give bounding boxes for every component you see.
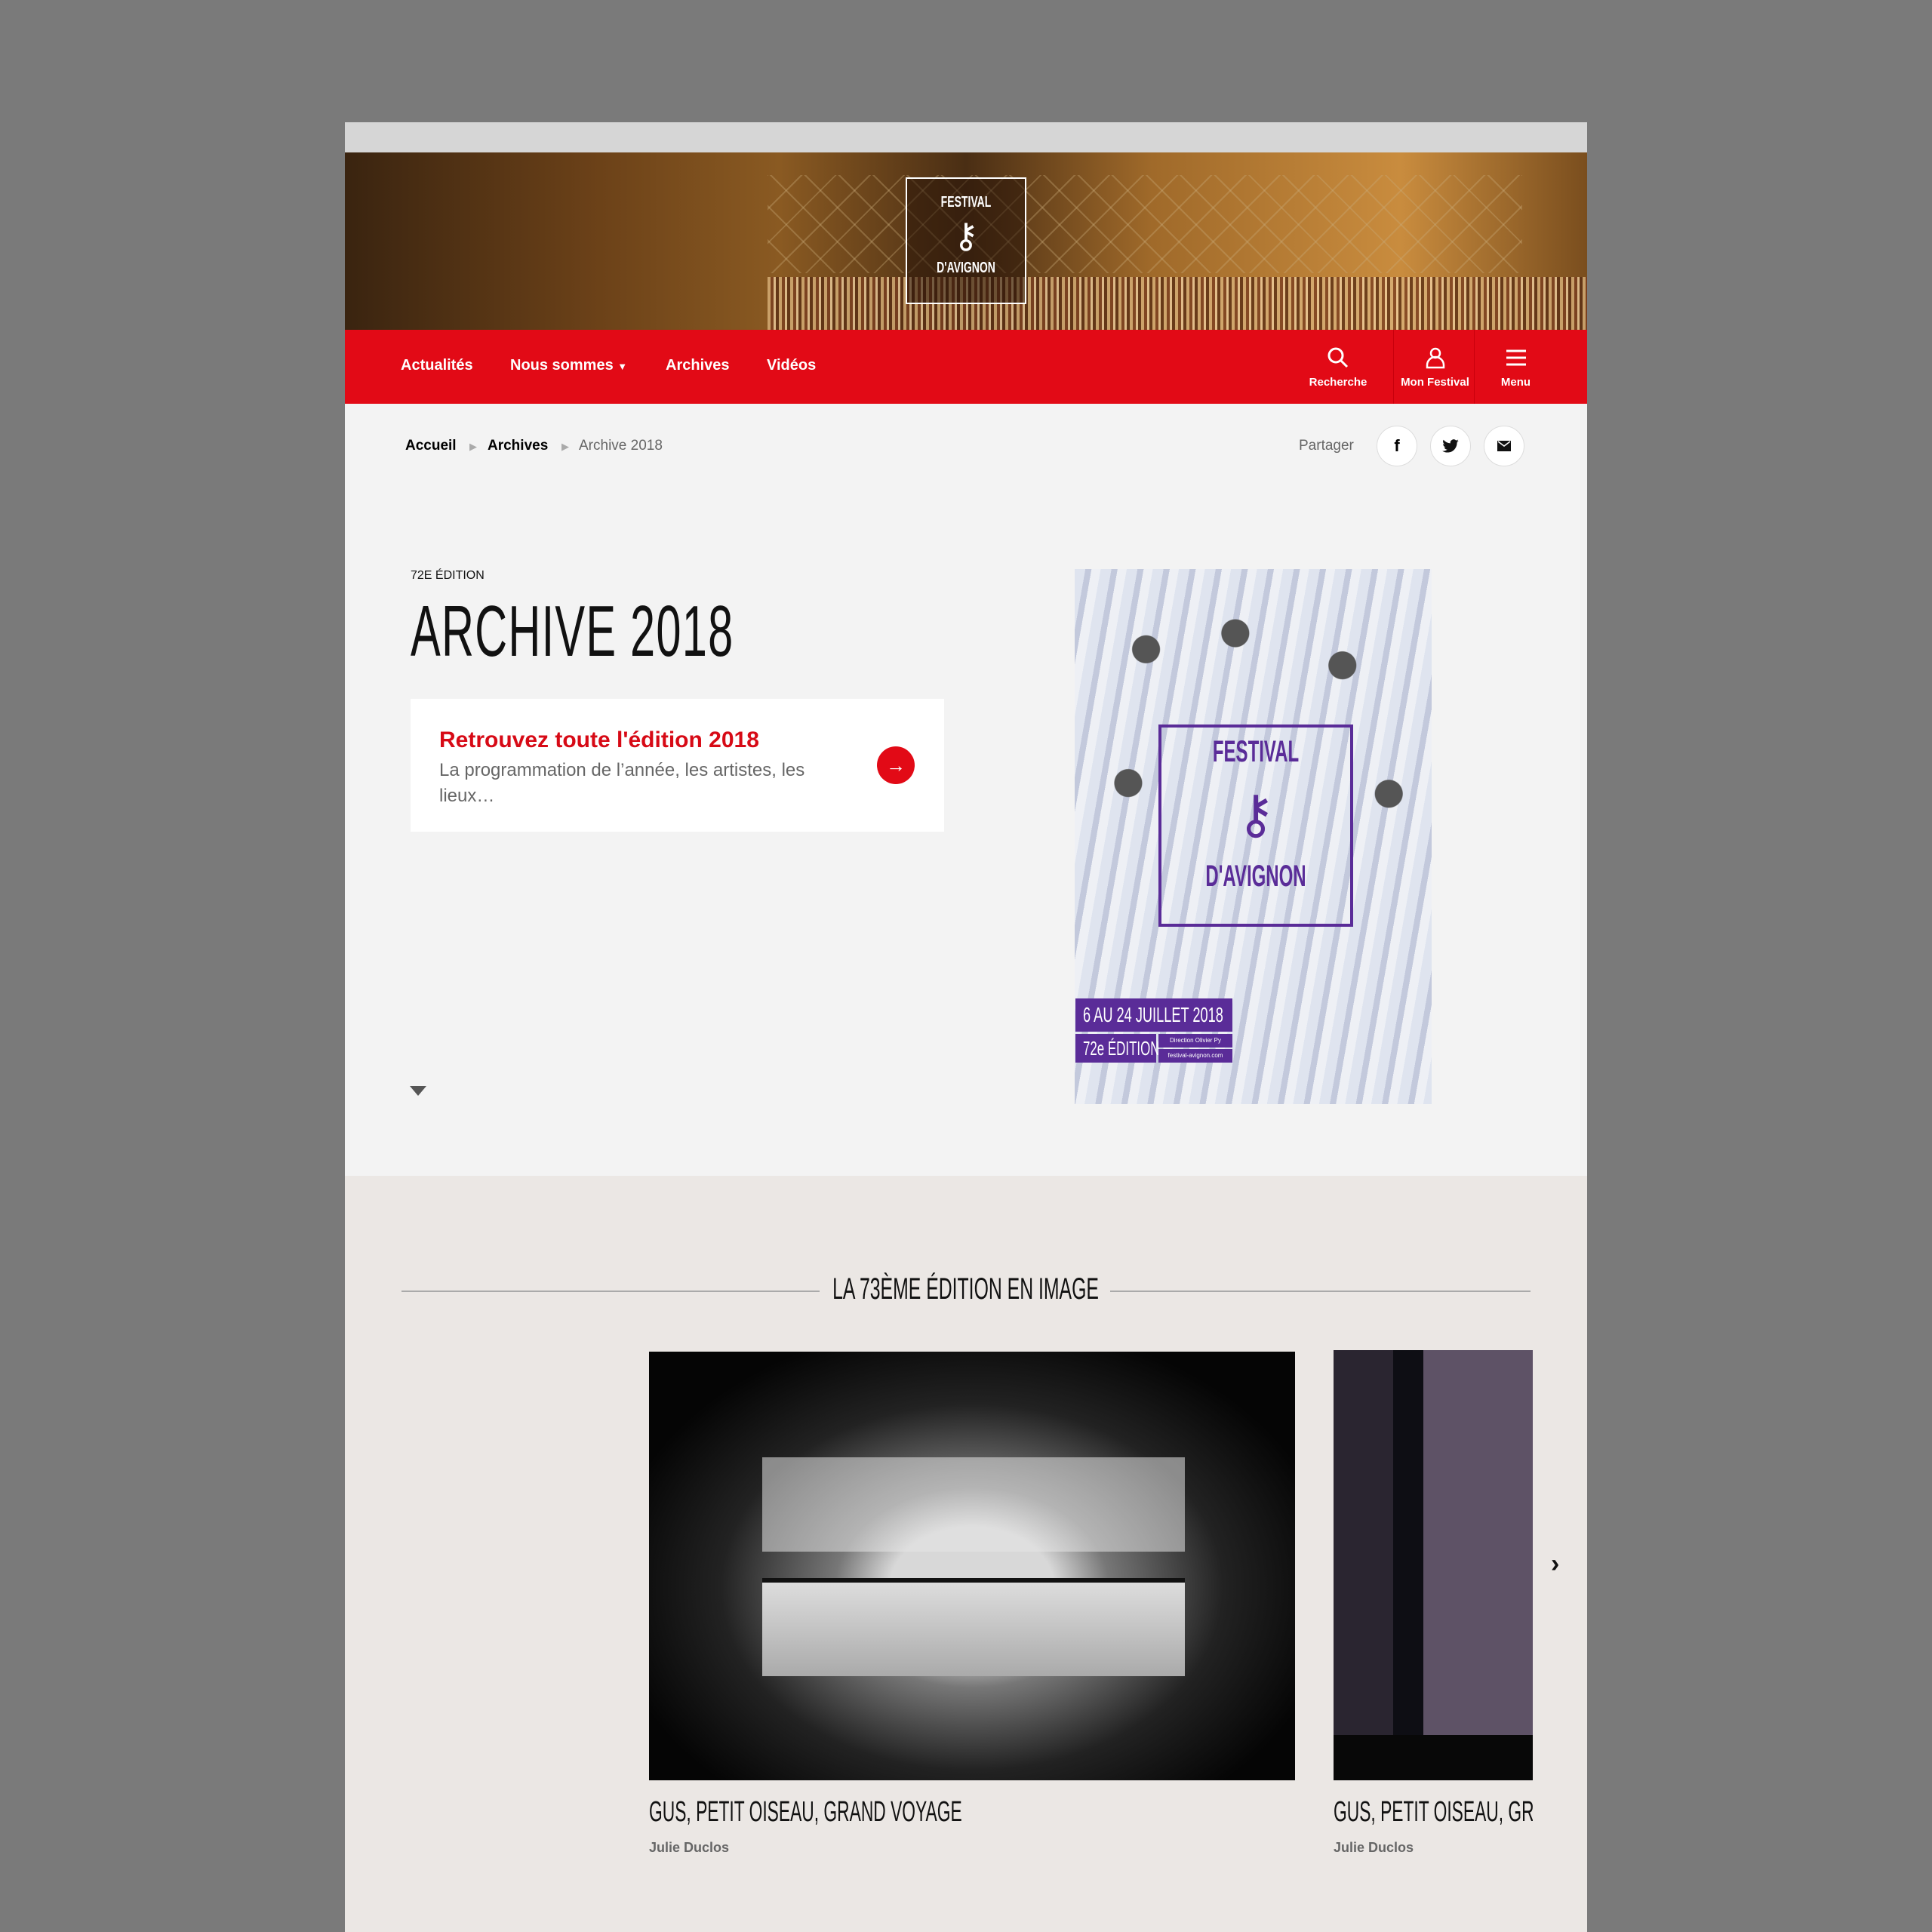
gallery-item-2-title-text: GUS, PETIT OISEAU, GRAND VOYAGE bbox=[1334, 1796, 1533, 1828]
arrow-right-icon: → bbox=[886, 753, 906, 777]
poster-website: festival-avignon.com bbox=[1158, 1049, 1232, 1063]
search-label: Recherche bbox=[1309, 376, 1367, 389]
user-icon bbox=[1426, 347, 1444, 369]
breadcrumb-separator-icon: ▶ bbox=[561, 441, 569, 452]
header-banner-image: FESTIVAL ⚷ D'AVIGNON bbox=[345, 152, 1587, 330]
caret-down-icon: ▼ bbox=[617, 361, 628, 372]
window-titlebar bbox=[345, 122, 1587, 152]
nav-nous-sommes[interactable]: Nous sommes ▼ bbox=[510, 357, 627, 374]
poster-logo-frame: FESTIVAL ⚷ D'AVIGNON bbox=[1158, 724, 1353, 927]
breadcrumb-accueil[interactable]: Accueil bbox=[405, 438, 457, 454]
facebook-icon: f bbox=[1394, 436, 1400, 455]
poster-edition-text: 72e ÉDITION bbox=[1083, 1037, 1160, 1060]
mon-festival-label: Mon Festival bbox=[1401, 376, 1469, 389]
gallery-item-2-title[interactable]: GUS, PETIT OISEAU, GRAND VOYAGE bbox=[1334, 1796, 1533, 1829]
mail-icon bbox=[1497, 441, 1511, 451]
share-twitter-button[interactable] bbox=[1430, 426, 1471, 466]
logo-text-bottom: D'AVIGNON bbox=[937, 260, 995, 276]
gallery-photo-1[interactable] bbox=[649, 1352, 1295, 1780]
edition-kicker: 72E ÉDITION bbox=[411, 569, 485, 582]
stage-lower-decor bbox=[762, 1578, 1185, 1676]
audience-decor bbox=[768, 277, 1587, 330]
hamburger-menu-icon bbox=[1506, 349, 1526, 366]
share-label: Partager bbox=[1299, 438, 1354, 454]
breadcrumb-current: Archive 2018 bbox=[579, 438, 663, 454]
share-facebook-button[interactable]: f bbox=[1377, 426, 1417, 466]
gallery-item-1-author: Julie Duclos bbox=[649, 1840, 730, 1855]
gallery-photo-2[interactable] bbox=[1334, 1350, 1533, 1780]
nav-archives[interactable]: Archives bbox=[666, 357, 730, 374]
scroll-down-icon[interactable] bbox=[410, 1086, 426, 1096]
gallery-item-1-title[interactable]: GUS, PETIT OISEAU, GRAND VOYAGE bbox=[649, 1796, 1171, 1829]
nav-actualites[interactable]: Actualités bbox=[401, 357, 473, 374]
chevron-right-icon: › bbox=[1551, 1549, 1560, 1578]
scaffolding-decor bbox=[768, 175, 1522, 273]
gallery-item-2-caption: GUS, PETIT OISEAU, GRAND VOYAGE Julie Du… bbox=[1334, 1778, 1533, 1869]
mon-festival-button[interactable]: Mon Festival bbox=[1393, 330, 1476, 404]
search-icon bbox=[1327, 347, 1349, 368]
card-description: La programmation de l’année, les artiste… bbox=[439, 760, 805, 806]
menu-label: Menu bbox=[1500, 376, 1531, 389]
nav-videos[interactable]: Vidéos bbox=[767, 357, 816, 374]
keys-icon: ⚷ bbox=[953, 216, 979, 255]
poster-edition: 72e ÉDITION bbox=[1075, 1034, 1160, 1063]
gallery-section: LA 73ÈME ÉDITION EN IMAGE GUS, PETIT OIS… bbox=[345, 1176, 1587, 1932]
share-mail-button[interactable] bbox=[1484, 426, 1524, 466]
breadcrumb-separator-icon: ▶ bbox=[469, 441, 477, 452]
search-button[interactable]: Recherche bbox=[1297, 330, 1380, 404]
gallery-title-text: LA 73ÈME ÉDITION EN IMAGE bbox=[832, 1272, 1100, 1306]
page-title: ARCHIVE 2018 bbox=[411, 591, 734, 672]
nav-nous-sommes-label: Nous sommes bbox=[510, 357, 614, 374]
menu-button[interactable]: Menu bbox=[1474, 330, 1557, 404]
carousel-next-button[interactable]: › bbox=[1551, 1549, 1559, 1579]
festival-logo[interactable]: FESTIVAL ⚷ D'AVIGNON bbox=[906, 177, 1026, 304]
breadcrumb-archives[interactable]: Archives bbox=[488, 438, 548, 454]
stage-upper-decor bbox=[762, 1457, 1185, 1552]
floor-decor bbox=[1334, 1735, 1533, 1780]
gallery-title: LA 73ÈME ÉDITION EN IMAGE bbox=[345, 1272, 1587, 1306]
twitter-icon bbox=[1442, 439, 1459, 453]
poster-direction: Direction Olivier Py bbox=[1158, 1034, 1232, 1048]
poster-title-bottom: D'AVIGNON bbox=[1205, 860, 1306, 893]
card-title[interactable]: Retrouvez toute l'édition 2018 bbox=[439, 728, 759, 753]
festival-poster: FESTIVAL ⚷ D'AVIGNON 6 AU 24 JUILLET 201… bbox=[1075, 569, 1432, 1104]
gallery-item-2-author: Julie Duclos bbox=[1334, 1840, 1414, 1855]
edition-card[interactable]: Retrouvez toute l'édition 2018 La progra… bbox=[411, 699, 944, 832]
poster-title-top: FESTIVAL bbox=[1212, 735, 1300, 768]
main-nav: Actualités Nous sommes ▼ Archives Vidéos… bbox=[345, 330, 1587, 404]
logo-text-top: FESTIVAL bbox=[940, 194, 992, 211]
card-arrow-button[interactable]: → bbox=[877, 746, 915, 784]
poster-dates: 6 AU 24 JUILLET 2018 bbox=[1075, 998, 1232, 1032]
poster-dates-text: 6 AU 24 JUILLET 2018 bbox=[1083, 1003, 1223, 1026]
keys-icon: ⚷ bbox=[1236, 785, 1275, 844]
browser-window: FESTIVAL ⚷ D'AVIGNON Actualités Nous som… bbox=[345, 122, 1587, 1932]
gallery-item-1-title-text: GUS, PETIT OISEAU, GRAND VOYAGE bbox=[649, 1796, 962, 1828]
